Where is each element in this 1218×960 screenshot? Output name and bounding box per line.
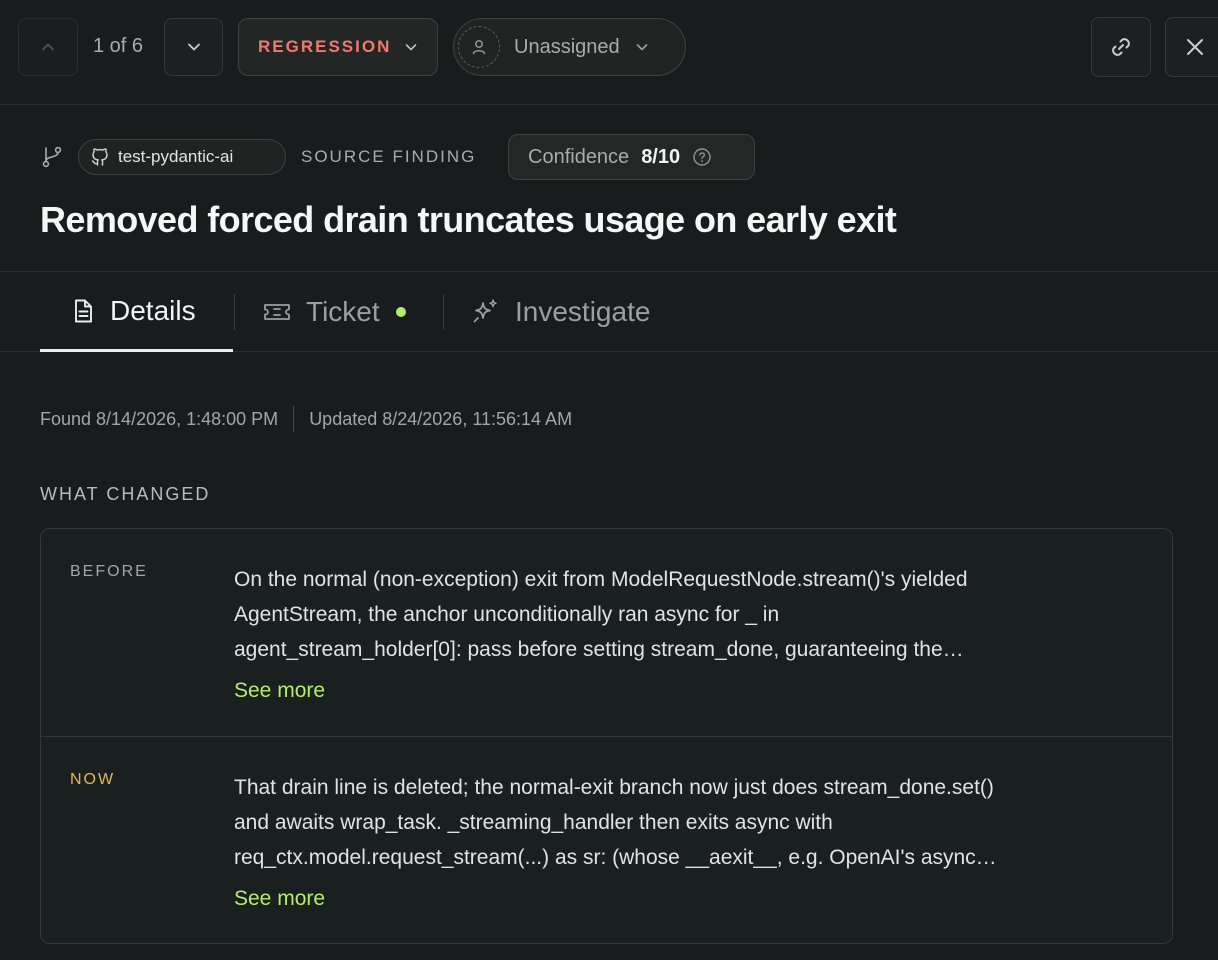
- tab-investigate[interactable]: Investigate: [471, 272, 650, 352]
- top-toolbar: 1 of 6 REGRESSION Unassigned: [0, 0, 1218, 105]
- confidence-badge: Confidence 8/10: [508, 134, 755, 180]
- description-line: AgentStream, the anchor unconditionally …: [234, 603, 780, 626]
- tab-bar: Details Ticket Investigate: [0, 271, 1218, 352]
- tab-label: Investigate: [515, 296, 651, 327]
- tab-ticket[interactable]: Ticket: [262, 272, 406, 352]
- now-description: That drain line is deleted; the normal-e…: [234, 770, 1139, 916]
- source-label: SOURCE FINDING: [301, 147, 477, 166]
- close-icon: [1187, 39, 1203, 55]
- close-button[interactable]: [1165, 17, 1218, 77]
- status-label: REGRESSION: [258, 37, 392, 56]
- repo-badge[interactable]: test-pydantic-ai: [78, 139, 286, 175]
- see-more-link[interactable]: See more: [234, 673, 325, 708]
- now-row: NOW That drain line is deleted; the norm…: [41, 737, 1172, 943]
- description-line: req_ctx.model.request_stream(...) as sr:…: [234, 846, 997, 869]
- see-more-link[interactable]: See more: [234, 881, 325, 916]
- timestamps: Found 8/14/2026, 1:48:00 PM Updated 8/24…: [40, 406, 572, 432]
- before-label: BEFORE: [70, 563, 148, 580]
- chevron-down-icon: [406, 44, 417, 51]
- what-changed-heading: WHAT CHANGED: [40, 484, 211, 504]
- before-row: BEFORE On the normal (non-exception) exi…: [41, 529, 1172, 737]
- updated-timestamp: Updated 8/24/2026, 11:56:14 AM: [309, 408, 573, 429]
- git-branch-icon: [42, 146, 62, 168]
- tab-divider: [443, 294, 444, 330]
- link-icon: [1112, 38, 1130, 56]
- before-description: On the normal (non-exception) exit from …: [234, 562, 1139, 708]
- chevron-down-icon: [636, 44, 647, 51]
- finding-meta: test-pydantic-ai SOURCE FINDING Confiden…: [40, 134, 1190, 180]
- assignee-dropdown[interactable]: Unassigned: [453, 18, 686, 76]
- confidence-value: 8/10: [641, 145, 681, 168]
- unread-indicator: [395, 307, 406, 317]
- ticket-icon: [264, 304, 290, 320]
- document-icon: [75, 299, 92, 322]
- page-title: Removed forced drain truncates usage on …: [40, 199, 897, 240]
- repo-name: test-pydantic-ai: [118, 147, 234, 166]
- user-icon: [472, 40, 486, 55]
- description-line: and awaits wrap_task. _streaming_handler…: [234, 811, 833, 834]
- help-icon[interactable]: [692, 147, 712, 167]
- tab-label: Details: [110, 294, 196, 326]
- chevron-up-icon: [42, 43, 54, 51]
- description-line: That drain line is deleted; the normal-e…: [234, 776, 994, 799]
- assignee-label: Unassigned: [514, 35, 620, 58]
- avatar: [458, 26, 500, 68]
- what-changed-card: BEFORE On the normal (non-exception) exi…: [40, 528, 1173, 944]
- sparkles-icon: [473, 299, 497, 323]
- description-line: agent_stream_holder[0]: pass before sett…: [234, 638, 964, 661]
- description-line: On the normal (non-exception) exit from …: [234, 568, 968, 591]
- tab-divider: [234, 294, 235, 330]
- previous-finding-button[interactable]: [18, 18, 78, 76]
- confidence-label: Confidence: [528, 145, 630, 168]
- finding-detail-panel: 1 of 6 REGRESSION Unassigned test-pydant…: [0, 0, 1218, 960]
- timestamp-divider: [293, 406, 295, 432]
- status-dropdown[interactable]: REGRESSION: [238, 18, 438, 76]
- github-icon: [91, 148, 108, 166]
- tab-details[interactable]: Details: [40, 272, 233, 352]
- tab-label: Ticket: [306, 296, 380, 327]
- chevron-down-icon: [187, 43, 200, 51]
- now-label: NOW: [70, 771, 116, 788]
- pager-count: 1 of 6: [93, 35, 144, 57]
- found-timestamp: Found 8/14/2026, 1:48:00 PM: [40, 408, 279, 429]
- copy-link-button[interactable]: [1091, 17, 1151, 77]
- next-finding-button[interactable]: [164, 18, 223, 76]
